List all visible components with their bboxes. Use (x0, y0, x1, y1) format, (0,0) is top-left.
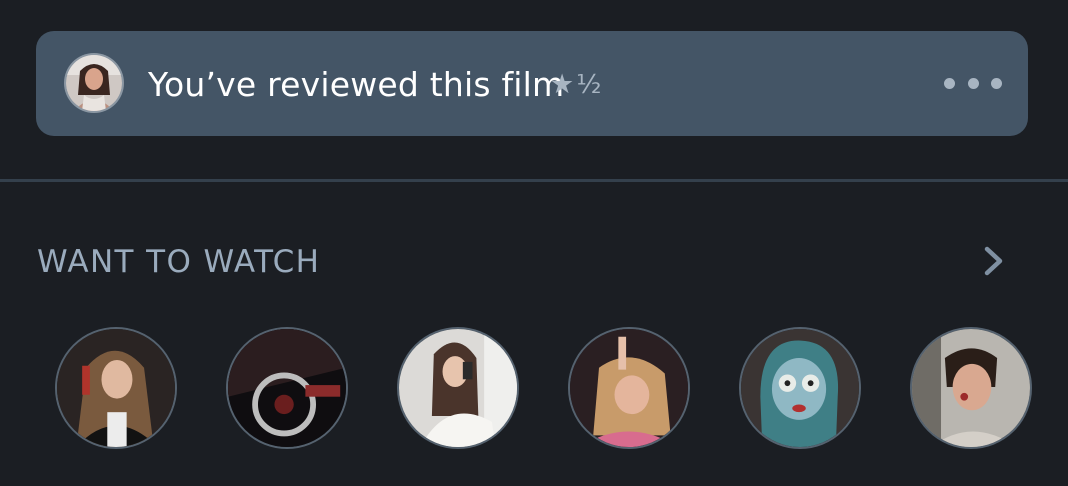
half-star-label: ½ (576, 70, 602, 100)
ellipsis-dot-icon (967, 77, 979, 89)
ellipsis-dot-icon (944, 77, 955, 89)
friend-avatar[interactable] (226, 327, 348, 449)
section-divider (0, 179, 1068, 182)
review-status-card[interactable]: You’ve reviewed this film ★½ (36, 31, 1028, 136)
film-activity-screen: You’ve reviewed this film ★½ WANT TO WAT… (0, 0, 1068, 486)
friend-avatar[interactable] (55, 327, 177, 449)
more-options-button[interactable] (944, 71, 1002, 95)
ellipsis-dot-icon (991, 77, 1002, 89)
chevron-right-icon[interactable] (982, 244, 1006, 278)
star-icon: ★ (550, 69, 575, 100)
user-avatar[interactable] (66, 55, 122, 111)
review-status-text: You’ve reviewed this film (148, 65, 565, 104)
friend-avatar[interactable] (739, 327, 861, 449)
friend-avatar[interactable] (397, 327, 519, 449)
friend-avatar[interactable] (910, 327, 1032, 449)
user-rating: ★½ (550, 65, 601, 105)
want-to-watch-heading[interactable]: WANT TO WATCH (37, 244, 320, 280)
want-to-watch-friends-row (0, 327, 1068, 453)
friend-avatar[interactable] (568, 327, 690, 449)
